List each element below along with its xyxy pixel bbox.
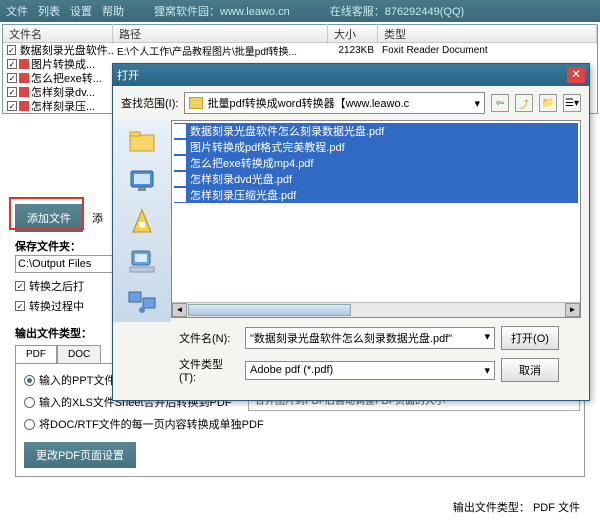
scroll-thumb[interactable] bbox=[188, 304, 351, 316]
pdf-icon bbox=[174, 140, 186, 154]
menu-settings[interactable]: 设置 bbox=[70, 3, 92, 19]
documents-icon[interactable] bbox=[126, 206, 158, 236]
dialog-title: 打开 bbox=[117, 67, 139, 83]
file-list-area[interactable]: 数据刻录光盘软件怎么刻录数据光盘.pdf图片转换成pdf格式完美教程.pdf怎么… bbox=[171, 120, 581, 318]
file-item-name: 怎么把exe转换成mp4.pdf bbox=[190, 155, 313, 171]
pdf-icon bbox=[174, 172, 186, 186]
opt-after-label: 转换之后打 bbox=[29, 278, 84, 294]
pdf-icon bbox=[19, 101, 29, 111]
menu-file[interactable]: 文件 bbox=[6, 3, 28, 19]
open-dialog: 打开 ✕ 查找范围(I): 批量pdf转换成word转换器【www.leawo.… bbox=[112, 63, 590, 401]
output-type-label: 输出文件类型： bbox=[15, 325, 92, 341]
file-size: 2123KB bbox=[328, 45, 378, 56]
file-path: E:\个人工作\产品教程图片\批量pdf转换... bbox=[113, 43, 328, 58]
footer-status: 输出文件类型： PDF 文件 bbox=[453, 499, 580, 515]
places-bar bbox=[113, 120, 171, 322]
row-checkbox[interactable]: ✓ bbox=[7, 73, 17, 83]
file-item-name: 图片转换成pdf格式完美教程.pdf bbox=[190, 139, 345, 155]
pdf-icon bbox=[19, 87, 29, 97]
col-type[interactable]: 类型 bbox=[378, 24, 597, 44]
support-info: 在线客服：876292449(QQ) bbox=[330, 3, 465, 19]
file-item-name: 怎样刻录压缩光盘.pdf bbox=[190, 187, 296, 203]
save-folder-input[interactable] bbox=[15, 255, 115, 273]
row-checkbox[interactable]: ✓ bbox=[7, 59, 17, 69]
table-row[interactable]: ✓数据刻录光盘软件...E:\个人工作\产品教程图片\批量pdf转换...212… bbox=[3, 43, 597, 57]
folder-icon bbox=[189, 97, 203, 109]
file-item-name: 数据刻录光盘软件怎么刻录数据光盘.pdf bbox=[190, 123, 384, 139]
close-icon[interactable]: ✕ bbox=[567, 67, 585, 83]
list-item[interactable]: 怎么把exe转换成mp4.pdf bbox=[174, 155, 578, 171]
scroll-left-icon[interactable]: ◄ bbox=[172, 303, 187, 317]
radio-ppt[interactable] bbox=[24, 375, 35, 386]
recent-icon[interactable] bbox=[126, 126, 158, 156]
pdf-icon bbox=[19, 59, 29, 69]
location-text: 批量pdf转换成word转换器【www.leawo.c bbox=[207, 95, 409, 111]
col-name[interactable]: 文件名 bbox=[3, 24, 113, 44]
tab-doc[interactable]: DOC bbox=[57, 345, 101, 363]
add-extra-text: 添 bbox=[92, 210, 103, 226]
location-combo[interactable]: 批量pdf转换成word转换器【www.leawo.c ▾ bbox=[184, 92, 485, 114]
pdf-icon bbox=[174, 188, 186, 202]
row-checkbox[interactable]: ✓ bbox=[7, 101, 17, 111]
new-folder-icon[interactable]: 📁 bbox=[539, 94, 557, 112]
tab-pdf[interactable]: PDF bbox=[15, 345, 57, 363]
list-item[interactable]: 图片转换成pdf格式完美教程.pdf bbox=[174, 139, 578, 155]
up-icon[interactable]: ⤴ bbox=[515, 94, 533, 112]
file-name: 怎样刻录压... bbox=[31, 98, 95, 114]
menu-help[interactable]: 帮助 bbox=[102, 3, 124, 19]
row-checkbox[interactable]: ✓ bbox=[7, 87, 17, 97]
checkbox-during[interactable]: ✓ bbox=[15, 301, 25, 311]
row-checkbox[interactable]: ✓ bbox=[7, 45, 16, 55]
pdf-icon bbox=[174, 124, 186, 138]
opt-during-label: 转换过程中 bbox=[29, 298, 84, 314]
col-path[interactable]: 路径 bbox=[113, 24, 328, 44]
file-item-name: 怎样刻录dvd光盘.pdf bbox=[190, 171, 292, 187]
save-folder-label: 保存文件夹： bbox=[15, 238, 81, 254]
file-type: Foxit Reader Document bbox=[378, 45, 597, 56]
table-header: 文件名 路径 大小 类型 bbox=[3, 25, 597, 43]
horizontal-scrollbar[interactable]: ◄ ► bbox=[172, 302, 580, 317]
menubar: 文件 列表 设置 帮助 狸窝软件园：www.leawo.cn 在线客服：8762… bbox=[0, 0, 600, 22]
filetype-label: 文件类型(T): bbox=[179, 356, 239, 384]
scroll-right-icon[interactable]: ► bbox=[565, 303, 580, 317]
filetype-combo[interactable]: Adobe pdf (*.pdf)▾ bbox=[245, 361, 495, 380]
cancel-button[interactable]: 取消 bbox=[501, 358, 559, 382]
radio-xls[interactable] bbox=[24, 397, 35, 408]
network-icon[interactable] bbox=[126, 286, 158, 316]
menu-list[interactable]: 列表 bbox=[38, 3, 60, 19]
filename-combo[interactable]: "数据刻录光盘软件怎么刻录数据光盘.pdf"▾ bbox=[245, 327, 495, 349]
pdf-icon bbox=[19, 73, 29, 83]
scope-label: 查找范围(I): bbox=[121, 95, 178, 111]
pdf-icon bbox=[174, 156, 186, 170]
add-file-button[interactable]: 添加文件 bbox=[15, 204, 83, 232]
radio-doc-label: 将DOC/RTF文件的每一页内容转换成单独PDF bbox=[39, 416, 264, 432]
back-icon[interactable]: ⇦ bbox=[491, 94, 509, 112]
list-item[interactable]: 怎样刻录压缩光盘.pdf bbox=[174, 187, 578, 203]
radio-doc[interactable] bbox=[24, 419, 35, 430]
page-settings-button[interactable]: 更改PDF页面设置 bbox=[24, 442, 136, 468]
list-item[interactable]: 怎样刻录dvd光盘.pdf bbox=[174, 171, 578, 187]
desktop-icon[interactable] bbox=[126, 166, 158, 196]
col-size[interactable]: 大小 bbox=[328, 24, 378, 44]
brand-info: 狸窝软件园：www.leawo.cn bbox=[154, 3, 290, 19]
view-icon[interactable]: ☰▾ bbox=[563, 94, 581, 112]
filename-label: 文件名(N): bbox=[179, 330, 239, 346]
open-button[interactable]: 打开(O) bbox=[501, 326, 559, 350]
checkbox-after[interactable]: ✓ bbox=[15, 281, 25, 291]
computer-icon[interactable] bbox=[126, 246, 158, 276]
list-item[interactable]: 数据刻录光盘软件怎么刻录数据光盘.pdf bbox=[174, 123, 578, 139]
